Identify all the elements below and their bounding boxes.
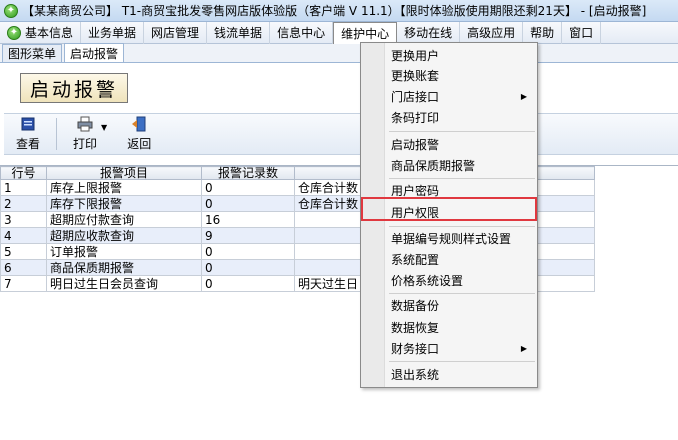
menu-item-doc-number-rules[interactable]: 单据编号规则样式设置	[385, 228, 537, 248]
menu-separator	[389, 361, 535, 362]
menu-separator	[389, 131, 535, 132]
menu-separator	[389, 293, 535, 294]
menu-item-store-interface[interactable]: 门店接口 ▶	[385, 86, 537, 106]
menu-item-shelf-life-alarm[interactable]: 商品保质期报警	[385, 155, 537, 175]
tab-graphic-menu[interactable]: 图形菜单	[2, 44, 63, 62]
menu-item-barcode-print[interactable]: 条码打印	[385, 107, 537, 127]
printer-icon	[77, 116, 93, 132]
submenu-arrow-icon: ▶	[520, 343, 527, 353]
cell-row-no: 2	[0, 195, 47, 212]
menu-item-switch-user[interactable]: 更换用户	[385, 45, 537, 65]
column-header-record-count[interactable]: 报警记录数	[201, 166, 295, 180]
menu-basic-info[interactable]: ✦ 基本信息	[0, 21, 82, 44]
menu-item-startup-alarm[interactable]: 启动报警	[385, 134, 537, 154]
cell-record-count: 0	[201, 243, 295, 260]
tab-startup-alarm[interactable]: 启动报警	[64, 43, 125, 62]
toolbar-divider	[56, 118, 58, 150]
cell-row-no: 5	[0, 243, 47, 260]
menu-item-user-permissions[interactable]: 用户权限	[385, 202, 537, 222]
print-dropdown-arrow-icon[interactable]: ▼	[101, 123, 107, 132]
cell-row-no: 1	[0, 179, 47, 196]
menu-item-price-system-settings[interactable]: 价格系统设置	[385, 270, 537, 290]
cell-record-count: 0	[201, 195, 295, 212]
menu-item-user-password[interactable]: 用户密码	[385, 180, 537, 200]
cell-record-count: 0	[201, 259, 295, 276]
cell-row-no: 4	[0, 227, 47, 244]
view-button[interactable]: 查看	[4, 114, 52, 154]
menu-business-docs[interactable]: 业务单据	[81, 21, 145, 44]
document-tab-bar: 图形菜单 启动报警	[0, 43, 678, 63]
menu-separator	[389, 178, 535, 179]
view-icon	[20, 116, 36, 132]
cell-alarm-item: 商品保质期报警	[46, 259, 202, 276]
menu-help[interactable]: 帮助	[523, 21, 563, 44]
menu-item-system-config[interactable]: 系统配置	[385, 249, 537, 269]
cell-alarm-item: 订单报警	[46, 243, 202, 260]
menu-separator	[389, 226, 535, 227]
cell-alarm-item: 超期应收款查询	[46, 227, 202, 244]
menu-advanced[interactable]: 高级应用	[460, 21, 524, 44]
column-header-row-no[interactable]: 行号	[0, 166, 47, 180]
menu-window[interactable]: 窗口	[562, 21, 602, 44]
submenu-arrow-icon: ▶	[520, 91, 527, 101]
menu-info-center[interactable]: 信息中心	[270, 21, 334, 44]
cell-alarm-item: 明日过生日会员查询	[46, 275, 202, 292]
page-title: 启动报警	[20, 73, 128, 103]
menu-item-data-backup[interactable]: 数据备份	[385, 295, 537, 315]
menu-shop-management[interactable]: 网店管理	[144, 21, 208, 44]
menu-icon-gutter	[361, 43, 385, 387]
menu-mobile-online[interactable]: 移动在线	[397, 21, 461, 44]
column-header-alarm-item[interactable]: 报警项目	[46, 166, 202, 180]
back-door-icon	[131, 116, 147, 132]
menu-bar: ✦ 基本信息 业务单据 网店管理 钱流单据 信息中心 维护中心 移动在线 高级应…	[0, 21, 678, 44]
menu-item-data-restore[interactable]: 数据恢复	[385, 317, 537, 337]
cell-record-count: 9	[201, 227, 295, 244]
menu-app-icon: ✦	[7, 25, 21, 40]
toolbar: 查看 打印 ▼ 返回	[4, 113, 678, 155]
cell-record-count: 0	[201, 179, 295, 196]
title-bar: ✦ 【某某商贸公司】 T1-商贸宝批发零售网店版体验版（客户端 V 11.1）【…	[0, 0, 678, 22]
back-button[interactable]: 返回	[115, 114, 163, 154]
window-title: 【某某商贸公司】 T1-商贸宝批发零售网店版体验版（客户端 V 11.1）【限时…	[22, 4, 647, 18]
cell-record-count: 0	[201, 275, 295, 292]
cell-row-no: 6	[0, 259, 47, 276]
menu-item-switch-account-set[interactable]: 更换账套	[385, 65, 537, 85]
app-logo-icon: ✦	[4, 3, 18, 18]
menu-item-finance-interface[interactable]: 财务接口 ▶	[385, 338, 537, 358]
menu-cash-docs[interactable]: 钱流单据	[207, 21, 271, 44]
print-button[interactable]: 打印	[61, 114, 101, 154]
cell-alarm-item: 库存上限报警	[46, 179, 202, 196]
menu-maintenance-center[interactable]: 维护中心	[333, 21, 398, 44]
alarm-grid: 行号 报警项目 报警记录数 1 库存上限报警 0 仓库合计数 2 库存下限报警 …	[0, 165, 678, 440]
menu-item-exit-system[interactable]: 退出系统	[385, 364, 537, 384]
cell-alarm-item: 库存下限报警	[46, 195, 202, 212]
cell-record-count: 16	[201, 211, 295, 228]
cell-row-no: 7	[0, 275, 47, 292]
cell-row-no: 3	[0, 211, 47, 228]
maintenance-center-menu: 更换用户 更换账套 门店接口 ▶ 条码打印 启动报警 商品保质期报警 用户密码 用…	[360, 42, 538, 388]
cell-alarm-item: 超期应付款查询	[46, 211, 202, 228]
